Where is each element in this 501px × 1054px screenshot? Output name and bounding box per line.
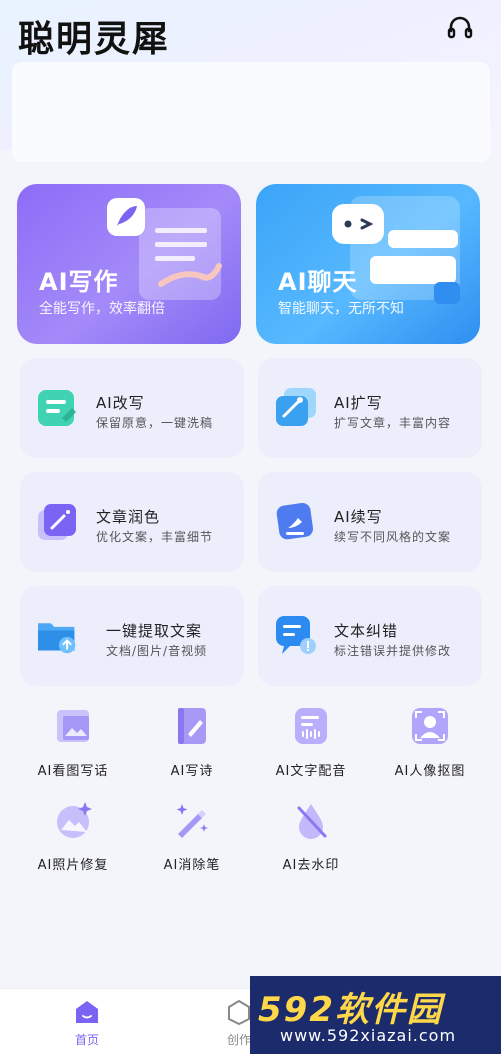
tool-label: AI文字配音 [275, 764, 347, 779]
card-desc: 续写不同风格的文案 [334, 530, 452, 544]
voice-document-icon [295, 708, 327, 744]
card-desc: 标注错误并提供修改 [334, 644, 452, 658]
watermark-url: www.592xiazai.com [280, 1026, 457, 1045]
headset-icon[interactable] [446, 14, 474, 42]
image-frame-icon [57, 710, 89, 742]
ai-chat-title: AI聊天 [278, 268, 358, 296]
create-icon [228, 999, 250, 1025]
tool-text-voice[interactable]: AI文字配音 [256, 706, 366, 786]
ai-writing-card[interactable]: AI写作 全能写作，效率翻倍 [17, 184, 241, 344]
card-ai-rewrite[interactable]: AI改写 保留原意，一键洗稿 [20, 358, 244, 458]
tool-label: AI照片修复 [37, 858, 109, 873]
watermark-brand: 592软件园 [258, 990, 443, 1030]
ai-writing-title: AI写作 [39, 268, 119, 296]
tool-label: AI人像抠图 [394, 764, 466, 779]
tool-remove-watermark[interactable]: AI去水印 [256, 800, 366, 880]
water-drop-icon [297, 804, 327, 839]
tool-label: AI消除笔 [163, 858, 221, 873]
card-ai-continue[interactable]: AI续写 续写不同风格的文案 [258, 472, 482, 572]
tool-label: AI看图写话 [37, 764, 109, 779]
card-title: AI改写 [96, 394, 145, 412]
nav-home[interactable]: 首页 [52, 989, 122, 1054]
ai-chat-subtitle: 智能聊天，无所不知 [278, 301, 404, 317]
card-desc: 文档/图片/音视频 [106, 644, 208, 658]
tool-picture-writing[interactable]: AI看图写话 [18, 706, 128, 786]
photo-sparkle-icon [57, 802, 92, 838]
banner-placeholder[interactable] [12, 62, 490, 162]
card-ai-expand[interactable]: AI扩写 扩写文章，丰富内容 [258, 358, 482, 458]
tool-eraser[interactable]: AI消除笔 [137, 800, 247, 880]
tool-label: AI去水印 [282, 858, 340, 873]
ai-writing-subtitle: 全能写作，效率翻倍 [39, 301, 165, 317]
card-polish[interactable]: 文章润色 优化文案，丰富细节 [20, 472, 244, 572]
polish-icon [38, 504, 76, 540]
card-desc: 保留原意，一键洗稿 [96, 416, 214, 430]
portrait-scan-icon [412, 708, 448, 744]
writing-document-icon [107, 198, 222, 300]
rewrite-icon [38, 390, 76, 426]
correction-icon [276, 616, 316, 654]
expand-icon [276, 388, 316, 426]
card-title: 一键提取文案 [106, 622, 203, 640]
card-title: 文章润色 [96, 508, 161, 526]
magic-wand-icon [176, 804, 208, 838]
card-title: 文本纠错 [334, 622, 399, 640]
notebook-pen-icon [178, 708, 206, 744]
tool-ai-poem[interactable]: AI写诗 [137, 706, 247, 786]
ai-chat-card[interactable]: AI聊天 智能聊天，无所不知 [256, 184, 480, 344]
tool-portrait-cutout[interactable]: AI人像抠图 [375, 706, 485, 786]
home-icon [76, 1001, 98, 1023]
continue-writing-icon [276, 502, 314, 540]
app-title: 聪明灵犀 [18, 19, 171, 60]
card-title: AI扩写 [334, 394, 383, 412]
tool-label: AI写诗 [170, 764, 214, 779]
card-desc: 扩写文章，丰富内容 [334, 416, 452, 430]
card-text-correct[interactable]: 文本纠错 标注错误并提供修改 [258, 586, 482, 686]
card-desc: 优化文案，丰富细节 [96, 530, 214, 544]
nav-home-label: 首页 [74, 1033, 99, 1047]
card-title: AI续写 [334, 508, 383, 526]
folder-upload-icon [38, 623, 76, 654]
site-watermark: 592软件园 www.592xiazai.com [250, 976, 501, 1054]
tool-photo-repair[interactable]: AI照片修复 [18, 800, 128, 880]
card-extract-text[interactable]: 一键提取文案 文档/图片/音视频 [20, 586, 244, 686]
